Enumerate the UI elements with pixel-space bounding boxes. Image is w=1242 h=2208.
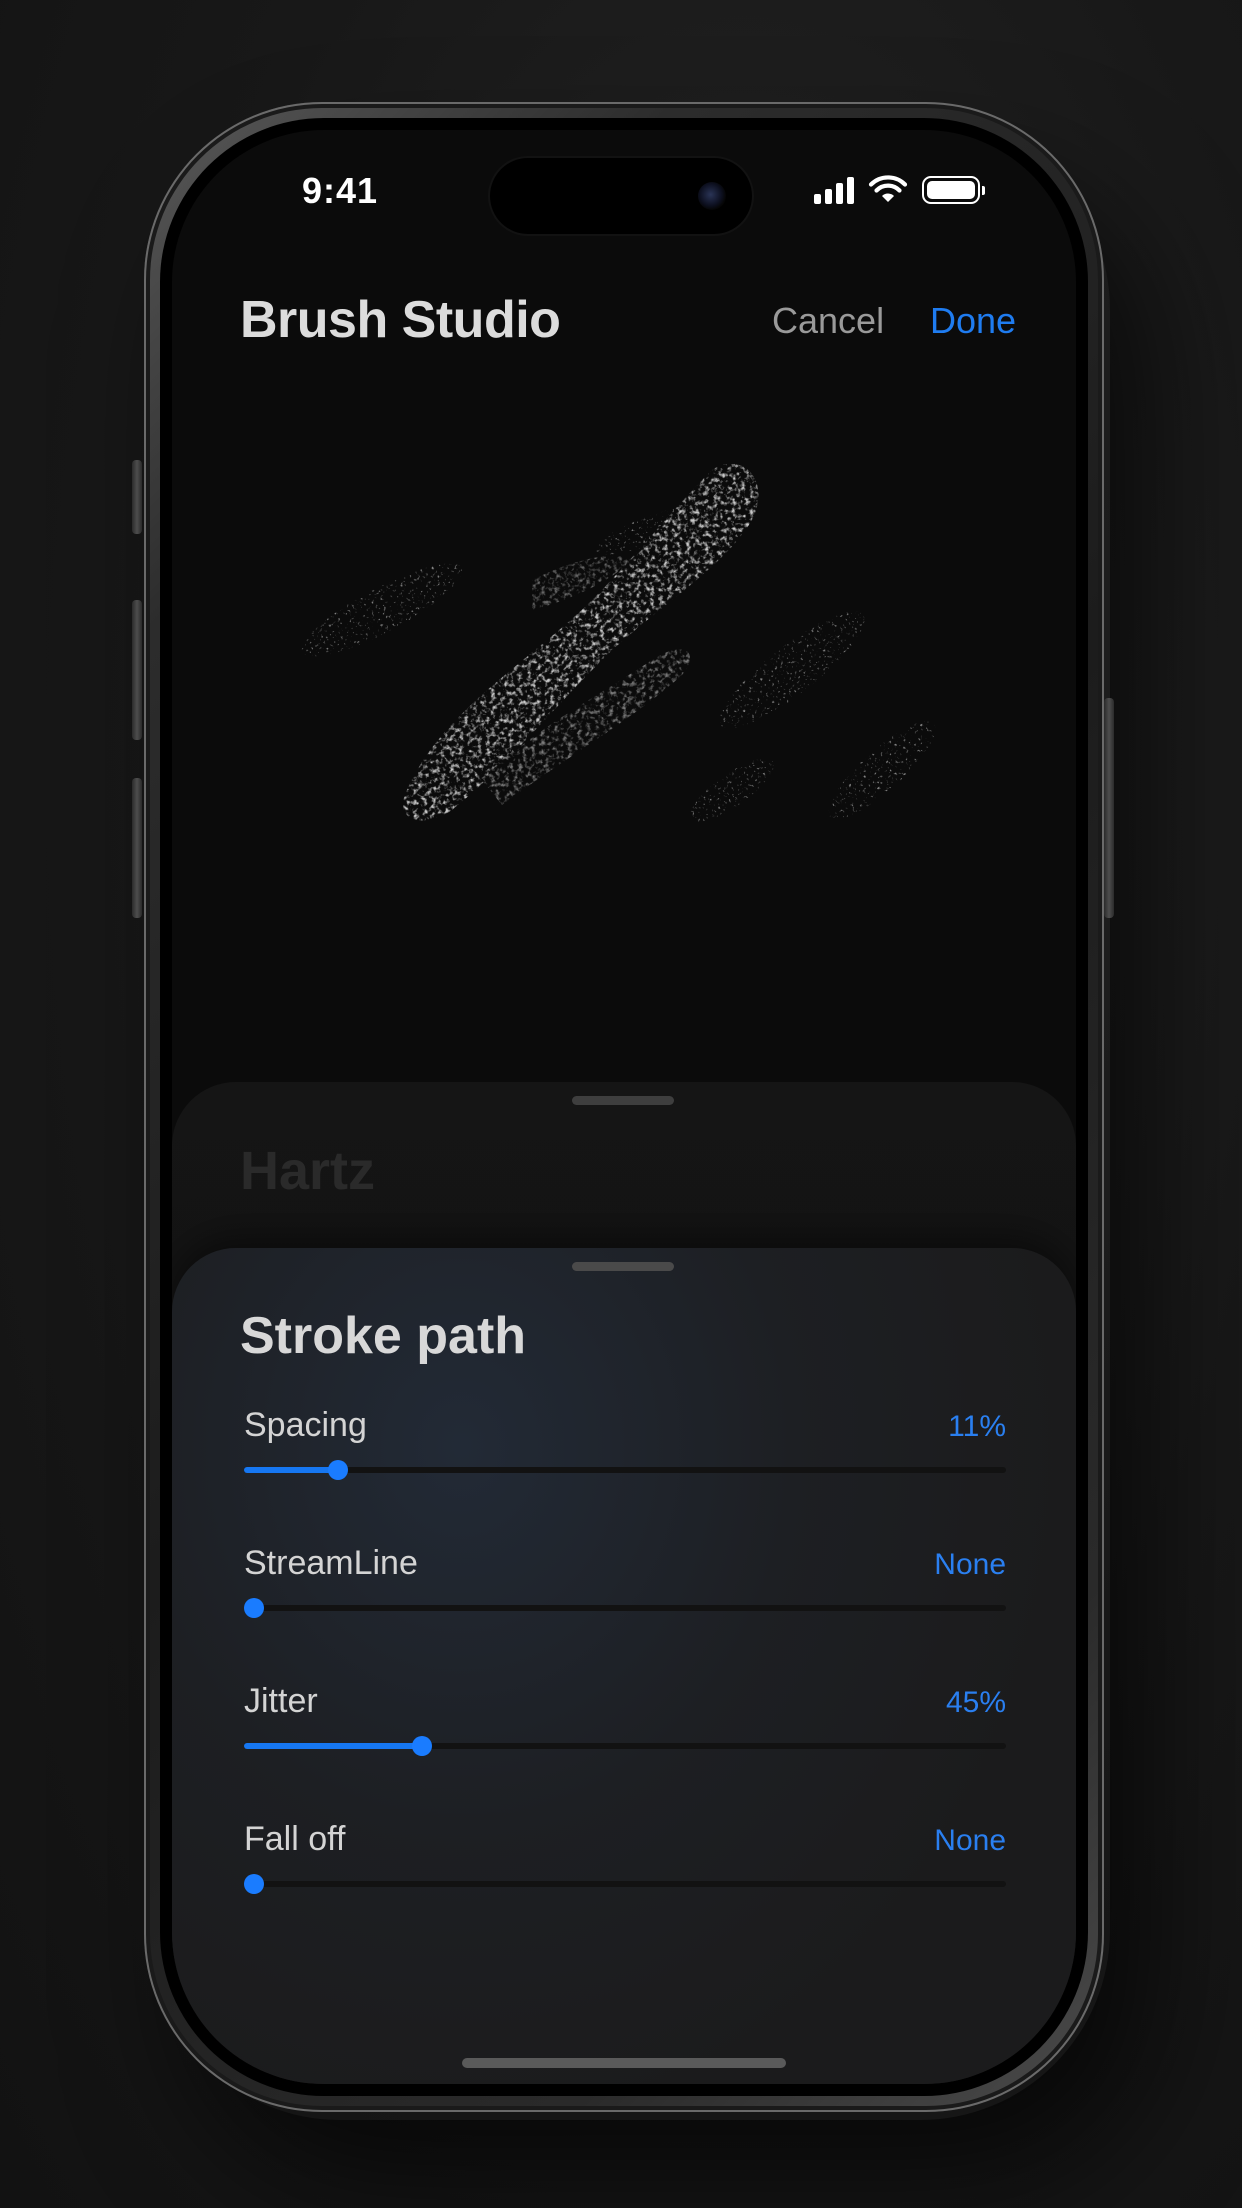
slider-label: StreamLine	[244, 1544, 418, 1582]
slider-track[interactable]	[244, 1460, 1006, 1480]
brush-name: Hartz	[240, 1141, 376, 1201]
dynamic-island	[490, 158, 752, 234]
page-title: Brush Studio	[240, 291, 561, 349]
battery-icon	[922, 176, 985, 204]
slider-value: None	[934, 1548, 1006, 1581]
slider-thumb[interactable]	[244, 1598, 264, 1618]
done-button[interactable]: Done	[930, 300, 1016, 342]
slider-label: Spacing	[244, 1406, 367, 1444]
wifi-icon	[868, 175, 908, 202]
slider-value: 45%	[945, 1686, 1006, 1719]
slider-value: None	[934, 1824, 1006, 1857]
brush-stroke-preview[interactable]	[232, 410, 1012, 890]
sheet-grabber[interactable]	[572, 1096, 674, 1105]
screen: 9:41 Brush Studio Cancel Done Hartz Stro…	[172, 130, 1076, 2084]
slider-value: 11%	[948, 1410, 1006, 1443]
section-title: Stroke path	[240, 1307, 527, 1365]
status-icons	[814, 174, 985, 206]
slider-label: Fall off	[244, 1820, 346, 1858]
status-time: 9:41	[302, 170, 379, 211]
volume-down-button	[132, 778, 142, 918]
slider-row-streamline: StreamLine None	[244, 1544, 1006, 1654]
action-button	[132, 460, 142, 534]
volume-up-button	[132, 600, 142, 740]
slider-thumb[interactable]	[327, 1460, 348, 1480]
camera-icon	[698, 182, 726, 210]
home-indicator[interactable]	[462, 2058, 786, 2068]
slider-fill	[244, 1467, 338, 1473]
slider-track[interactable]	[244, 1874, 1006, 1894]
sheet-grabber[interactable]	[572, 1262, 674, 1271]
slider-label: Jitter	[244, 1682, 318, 1720]
slider-track[interactable]	[244, 1736, 1006, 1756]
slider-track[interactable]	[244, 1598, 1006, 1618]
slider-thumb[interactable]	[411, 1736, 432, 1756]
stroke-path-sheet: Stroke path Spacing 11% StreamLine None …	[172, 1248, 1076, 2084]
slider-thumb[interactable]	[244, 1874, 264, 1894]
power-button	[1104, 698, 1114, 918]
slider-row-jitter: Jitter 45%	[244, 1682, 1006, 1792]
cancel-button[interactable]: Cancel	[772, 300, 884, 342]
slider-row-falloff: Fall off None	[244, 1820, 1006, 1930]
slider-fill	[244, 1743, 422, 1749]
signal-icon	[814, 176, 854, 204]
slider-row-spacing: Spacing 11%	[244, 1406, 1006, 1516]
